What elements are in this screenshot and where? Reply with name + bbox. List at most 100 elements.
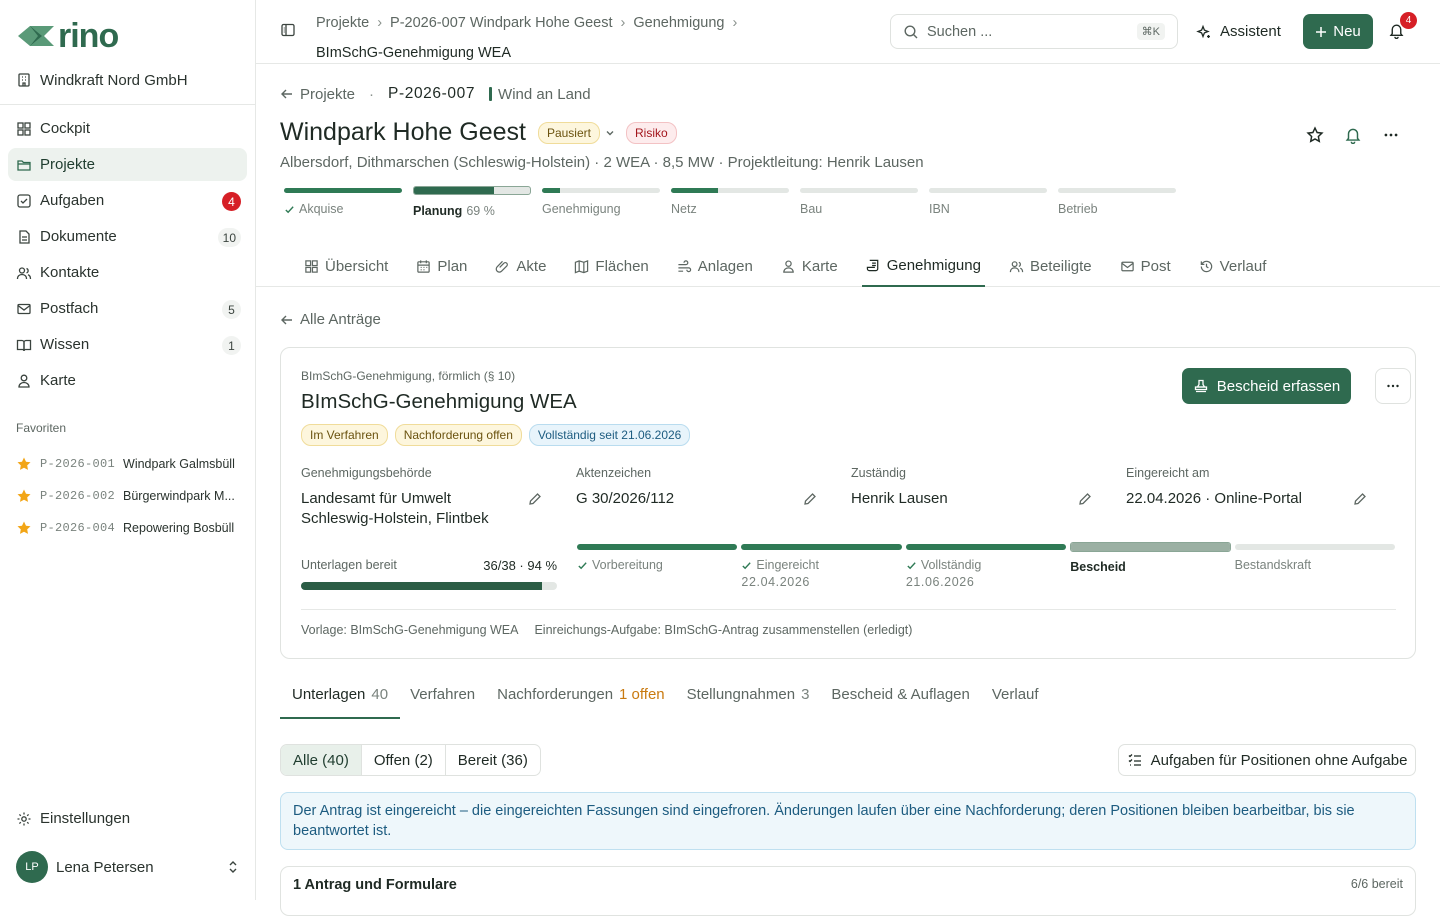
tab-genehmigung[interactable]: Genehmigung [861, 246, 985, 287]
tab-karte[interactable]: Karte [777, 246, 842, 287]
sidebar-item-label: Postfach [40, 300, 99, 317]
pencil-icon[interactable] [528, 492, 542, 506]
filter-open[interactable]: Offen (2) [362, 745, 446, 775]
application-title: BImSchG-Genehmigung WEA [301, 390, 577, 413]
create-tasks-button[interactable]: Aufgaben für Positionen ohne Aufgabe [1118, 744, 1416, 776]
step-track [1234, 544, 1396, 550]
sidebar-item-projekte[interactable]: Projekte [8, 148, 247, 181]
tab-beteiligte[interactable]: Beteiligte [1005, 246, 1096, 287]
favorite-item[interactable]: P-2026-002 Bürgerwindpark M... [16, 480, 248, 512]
submission-task-link[interactable]: Einreichungs-Aufgabe: BImSchG-Antrag zus… [534, 623, 912, 637]
bell-ring-icon[interactable] [1344, 126, 1362, 144]
tab-label: Beteiligte [1029, 258, 1092, 275]
phase-planung[interactable]: Planung 69 % [413, 186, 531, 218]
subtab-unterlagen[interactable]: Unterlagen 40 [280, 682, 401, 719]
breadcrumb-item[interactable]: Genehmigung [633, 15, 724, 31]
tab-flaechen[interactable]: Flächen [570, 246, 652, 287]
back-to-projects-link[interactable]: Projekte [300, 86, 355, 103]
subtab-count: 40 [371, 686, 389, 703]
chevron-down-icon[interactable] [604, 127, 616, 139]
tab-akte[interactable]: Akte [491, 246, 550, 287]
subtab-bescheid-auflagen[interactable]: Bescheid & Auflagen [819, 682, 981, 719]
all-applications-link[interactable]: Alle Anträge [280, 311, 381, 328]
sidebar-item-karte[interactable]: Karte [8, 364, 247, 397]
more-horizontal-icon[interactable] [1382, 126, 1400, 144]
phase-netz[interactable]: Netz [671, 188, 789, 218]
map-pin-icon [783, 260, 794, 273]
tab-verlauf[interactable]: Verlauf [1195, 246, 1271, 287]
phase-fill [542, 188, 560, 193]
step-eingereicht: Eingereicht 22.04.2026 [741, 544, 902, 589]
subtab-nachforderungen[interactable]: Nachforderungen 1 offen [485, 682, 677, 719]
new-label: Neu [1333, 23, 1361, 40]
count-badge: 4 [222, 192, 241, 211]
sidebar-item-label: Cockpit [40, 120, 91, 137]
sidebar-item-kontakte[interactable]: Kontakte [8, 256, 247, 289]
search-input[interactable]: Suchen ... ⌘K [890, 14, 1178, 49]
star-outline-icon[interactable] [1306, 126, 1324, 144]
user-menu[interactable]: LP Lena Petersen [16, 851, 240, 883]
settings-link[interactable]: Einstellungen [16, 810, 130, 827]
filter-ready[interactable]: Bereit (36) [446, 745, 540, 775]
step-track [1070, 542, 1231, 552]
divider [301, 609, 1396, 610]
assistant-label: Assistent [1220, 23, 1281, 40]
page-title: Windpark Hohe Geest [280, 118, 526, 146]
tab-plan[interactable]: Plan [412, 246, 471, 287]
phase-genehmigung[interactable]: Genehmigung [542, 188, 660, 218]
sidebar-item-aufgaben[interactable]: Aufgaben 4 [8, 184, 247, 217]
breadcrumb: Projekte › P-2026-007 Windpark Hohe Geest ›… [316, 8, 816, 68]
star-icon [17, 457, 31, 470]
phase-bau[interactable]: Bau [800, 188, 918, 218]
document-section[interactable]: 1 Antrag und Formulare 6/6 bereit [280, 866, 1416, 916]
step-label: Bestandskraft [1235, 558, 1395, 572]
step-name: Eingereicht [756, 558, 819, 572]
sidebar-item-dokumente[interactable]: Dokumente 10 [8, 220, 247, 253]
chevron-right-icon: › [732, 15, 738, 31]
breadcrumb-item[interactable]: Projekte [316, 15, 369, 31]
risk-badge: Risiko [625, 121, 677, 144]
toggle-sidebar-button[interactable] [280, 22, 296, 38]
sidebar-item-wissen[interactable]: Wissen 1 [8, 328, 247, 361]
brand-name: rino [58, 17, 119, 55]
subtab-stellungnahmen[interactable]: Stellungnahmen 3 [675, 682, 822, 719]
breadcrumb-item[interactable]: P-2026-007 Windpark Hohe Geest [390, 15, 612, 31]
project-code: P-2026-004 [40, 521, 116, 535]
favorite-item[interactable]: P-2026-001 Windpark Galmsbüll [16, 448, 248, 480]
status-badge[interactable]: Pausiert [537, 121, 600, 144]
status-badge: Im Verfahren [301, 424, 388, 446]
step-bescheid: Bescheid [1070, 542, 1231, 589]
document-icon [19, 229, 30, 244]
tab-post[interactable]: Post [1116, 246, 1175, 287]
tab-uebersicht[interactable]: Übersicht [300, 246, 392, 287]
status-badge: Nachforderung offen [394, 424, 522, 446]
phase-label: Bau [800, 202, 918, 216]
sidebar-item-cockpit[interactable]: Cockpit [8, 112, 247, 145]
pencil-icon[interactable] [803, 492, 817, 506]
more-actions-button[interactable] [1375, 368, 1411, 404]
field-label: Genehmigungsbehörde [301, 466, 432, 480]
record-decision-label: Bescheid erfassen [1216, 377, 1341, 395]
chevron-right-icon: › [620, 15, 626, 31]
checkbox-icon [17, 193, 31, 208]
sidebar-item-postfach[interactable]: Postfach 5 [8, 292, 247, 325]
org-switcher[interactable]: Windkraft Nord GmbH [16, 70, 188, 90]
filter-all[interactable]: Alle (40) [281, 745, 362, 775]
application-subtabs: Unterlagen 40 Verfahren Nachforderungen 1 … [280, 682, 1049, 719]
subtab-verlauf[interactable]: Verlauf [980, 682, 1051, 719]
assistant-button[interactable]: Assistent [1196, 14, 1281, 49]
phase-ibn[interactable]: IBN [929, 188, 1047, 218]
phase-label: IBN [929, 202, 1047, 216]
favorite-item[interactable]: P-2026-004 Repowering Bosbüll [16, 512, 248, 544]
phase-akquise[interactable]: Akquise [284, 188, 402, 218]
pencil-icon[interactable] [1078, 492, 1092, 506]
phase-betrieb[interactable]: Betrieb [1058, 188, 1176, 218]
main-nav: Cockpit Projekte Aufgaben 4 Dokumente 10… [8, 112, 247, 400]
pencil-icon[interactable] [1353, 492, 1367, 506]
new-button[interactable]: Neu [1303, 14, 1373, 49]
subtab-verfahren[interactable]: Verfahren [398, 682, 487, 719]
logo[interactable]: rino [16, 17, 119, 55]
record-decision-button[interactable]: Bescheid erfassen [1182, 368, 1351, 404]
chevron-up-down-icon [229, 861, 237, 873]
tab-anlagen[interactable]: Anlagen [673, 246, 757, 287]
